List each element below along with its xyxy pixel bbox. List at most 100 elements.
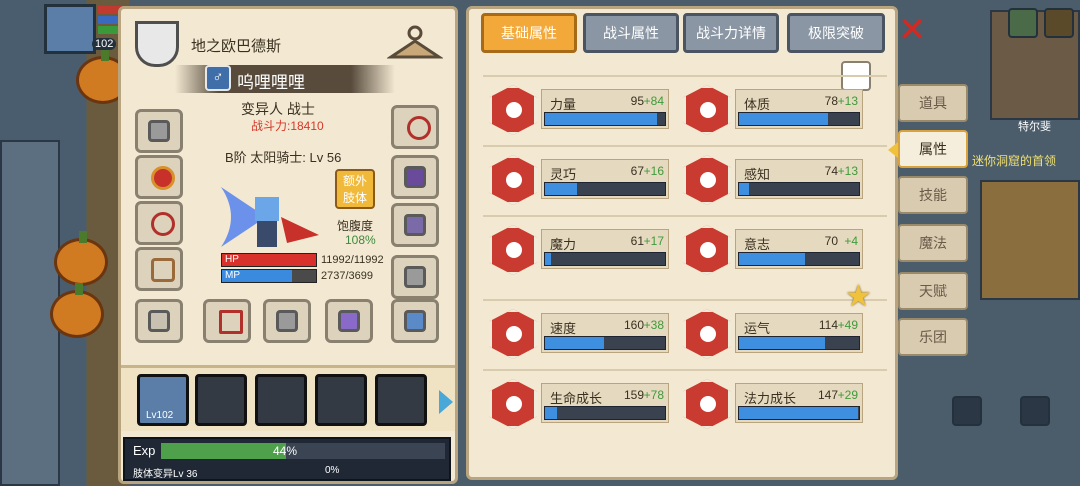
equip-slot-armor[interactable]	[391, 299, 439, 343]
stat-box: 意志 70 +4	[735, 229, 863, 269]
party-empty-slot[interactable]	[375, 374, 427, 426]
tab-basic-attributes[interactable]: 基础属性	[481, 13, 577, 53]
stat-box: 灵巧 67 +16	[541, 159, 669, 199]
hp-value: 11992/11992	[321, 254, 384, 266]
character-power: 战斗力:18410	[251, 119, 324, 133]
tab-combat-attributes[interactable]: 战斗属性	[583, 13, 679, 53]
party-empty-slot[interactable]	[255, 374, 307, 426]
mutation-label: 肢体变异Lv 36	[133, 469, 198, 480]
pumpkin-decoration	[54, 231, 108, 286]
stat-bar-fill	[545, 113, 657, 125]
side-menu-items[interactable]: 道具	[898, 84, 968, 122]
equip-slot-accessory[interactable]	[135, 155, 183, 199]
stat-name: 速度	[550, 321, 577, 336]
expand-icon[interactable]	[1044, 8, 1074, 38]
sword-icon[interactable]	[952, 396, 982, 426]
stat-bonus: +13	[837, 164, 858, 178]
stat-row: 魔力 61 +17 意志 70 +4	[483, 215, 887, 285]
stat-bar-fill	[545, 337, 604, 349]
side-menu-attributes[interactable]: 属性	[898, 130, 968, 168]
side-menu-talents[interactable]: 天赋	[898, 272, 968, 310]
stat-item[interactable]: 魔力 61 +17	[483, 225, 679, 285]
stat-name: 体质	[744, 97, 771, 112]
stat-name: 力量	[550, 97, 577, 112]
stat-bar-fill	[545, 183, 578, 195]
stat-box: 魔力 61 +17	[541, 229, 669, 269]
stat-box: 法力成长 147 +29	[735, 383, 863, 423]
stat-item[interactable]: 法力成长 147 +29	[677, 379, 873, 439]
stat-bar	[738, 252, 860, 266]
tab-power-details[interactable]: 战斗力详情	[683, 13, 779, 53]
close-icon[interactable]: ✕	[898, 10, 927, 50]
player-avatar[interactable]	[44, 4, 96, 54]
equip-slot-belt[interactable]	[391, 203, 439, 247]
character-name: 呜哩哩哩	[237, 73, 305, 92]
stat-name: 魔力	[550, 237, 577, 252]
stat-row: 速度 160 +38 运气 114 +49	[483, 299, 887, 369]
stat-value: 78	[824, 94, 838, 108]
mana-growth-icon	[683, 379, 731, 429]
equip-slot-empty[interactable]	[263, 299, 311, 343]
equip-slot-blocked[interactable]	[135, 201, 183, 245]
stat-bonus: +4	[844, 234, 858, 248]
life-growth-icon	[489, 379, 537, 429]
stat-bonus: +16	[643, 164, 664, 178]
stat-value: 74	[824, 164, 838, 178]
stat-name: 感知	[744, 167, 771, 182]
equip-slot-boots[interactable]	[135, 299, 183, 343]
stat-box: 体质 78 +13	[735, 89, 863, 129]
stat-item[interactable]: 体质 78 +13	[677, 85, 873, 145]
party-member-slot[interactable]: Lv102	[137, 374, 189, 426]
stat-bar-fill	[739, 183, 749, 195]
stat-item[interactable]: 意志 70 +4	[677, 225, 873, 285]
minimap-town-label: 特尔斐	[1018, 121, 1051, 133]
stat-bar	[544, 182, 666, 196]
stat-value: 70	[824, 234, 838, 248]
stat-name: 运气	[744, 321, 771, 336]
tab-limit-break[interactable]: 极限突破	[787, 13, 885, 53]
party-empty-slot[interactable]	[195, 374, 247, 426]
stat-name: 灵巧	[550, 167, 577, 182]
stat-item[interactable]: 生命成长 159 +78	[483, 379, 679, 439]
equip-slot-gloves[interactable]	[391, 155, 439, 199]
side-menu-skills[interactable]: 技能	[898, 176, 968, 214]
stat-item[interactable]: 灵巧 67 +16	[483, 155, 679, 215]
equip-slot-empty[interactable]	[135, 109, 183, 153]
side-menu-band[interactable]: 乐团	[898, 318, 968, 356]
stat-item[interactable]: 运气 114 +49	[677, 309, 873, 369]
hanger-icon[interactable]	[387, 23, 443, 63]
party-next-arrow-icon[interactable]	[439, 390, 453, 414]
stat-bar-fill	[739, 337, 826, 349]
stat-row: 力量 95 +84 体质 78 +13	[483, 75, 887, 145]
hud-level: 102	[92, 38, 117, 50]
stat-box: 力量 95 +84	[541, 89, 669, 129]
globe-icon[interactable]	[1008, 8, 1038, 38]
equip-slot-helm[interactable]	[135, 247, 183, 291]
star-icon[interactable]: ★	[845, 279, 872, 314]
guild-emblem-icon[interactable]	[135, 21, 179, 67]
stat-row: 灵巧 67 +16 感知 74 +13	[483, 145, 887, 215]
stat-item[interactable]: 感知 74 +13	[677, 155, 873, 215]
extra-limb-button[interactable]: 额外 肢体	[335, 169, 375, 209]
guild-name: 地之欧巴德斯	[191, 38, 282, 55]
stat-box: 感知 74 +13	[735, 159, 863, 199]
stat-bonus: +78	[643, 388, 664, 402]
equip-slot-weapon[interactable]	[203, 299, 251, 343]
side-menu-magic[interactable]: 魔法	[898, 224, 968, 262]
skill-icon[interactable]	[1020, 396, 1050, 426]
stat-item[interactable]: 力量 95 +84	[483, 85, 679, 145]
character-rank: B阶 太阳骑士: Lv 56	[225, 150, 342, 165]
stat-bar-fill	[739, 253, 805, 265]
stat-item[interactable]: 速度 160 +38	[483, 309, 679, 369]
agility-icon	[489, 155, 537, 205]
stat-name: 意志	[744, 237, 771, 252]
stat-bar	[738, 182, 860, 196]
equip-slot-gun[interactable]	[325, 299, 373, 343]
stat-bonus: +49	[837, 318, 858, 332]
equip-slot-ring[interactable]	[391, 105, 439, 149]
stat-row: 生命成长 159 +78 法力成长 147 +29	[483, 369, 887, 439]
stat-bonus: +13	[837, 94, 858, 108]
attribute-panel: 基础属性 战斗属性 战斗力详情 极限突破 力量 95 +84 体质 78 +13	[466, 6, 898, 480]
party-empty-slot[interactable]	[315, 374, 367, 426]
side-menu-caret-icon	[888, 142, 898, 158]
